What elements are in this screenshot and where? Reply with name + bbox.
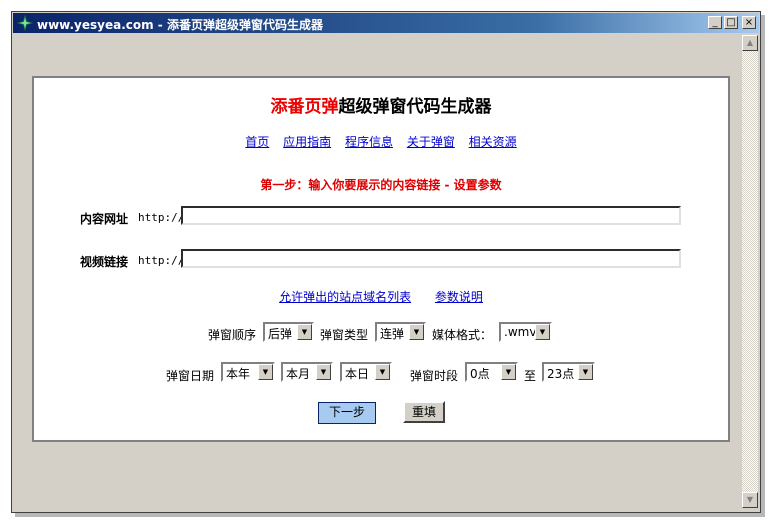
popup-day-select[interactable]: 本日 ▼ (340, 362, 392, 382)
chevron-down-icon: ▼ (535, 324, 550, 340)
popup-time-from-value: 0点 (470, 367, 490, 381)
popup-time-to-value: 23点 (547, 367, 575, 381)
title-bar[interactable]: www.yesyea.com - 添番页弹超级弹窗代码生成器 _ □ × (13, 13, 759, 33)
nav-about[interactable]: 关于弹窗 (407, 135, 455, 149)
generator-panel: 添番页弹超级弹窗代码生成器 首页 应用指南 程序信息 关于弹窗 相关资源 第一步… (32, 76, 730, 442)
popup-month-select[interactable]: 本月 ▼ (281, 362, 333, 382)
reset-button[interactable]: 重填 (403, 401, 445, 423)
minimize-icon[interactable]: _ (708, 16, 722, 29)
popup-type-label: 弹窗类型 (320, 328, 369, 342)
scroll-up-icon[interactable]: ▲ (742, 35, 758, 51)
allowed-domains-link[interactable]: 允许弹出的站点域名列表 (279, 290, 411, 304)
popup-month-value: 本月 (286, 367, 311, 381)
content-url-input[interactable] (181, 206, 681, 225)
next-step-button[interactable]: 下一步 (318, 402, 376, 424)
nav-guide[interactable]: 应用指南 (283, 135, 331, 149)
content-url-label: 内容网址 (80, 212, 129, 226)
vertical-scrollbar[interactable]: ▲ ▼ (742, 35, 758, 508)
nav-bar: 首页 应用指南 程序信息 关于弹窗 相关资源 (34, 133, 728, 150)
nav-home[interactable]: 首页 (245, 135, 269, 149)
popup-date-label: 弹窗日期 (166, 369, 215, 383)
page-title: 添番页弹超级弹窗代码生成器 (34, 92, 728, 117)
popup-order-label: 弹窗顺序 (208, 328, 257, 342)
param-help-link[interactable]: 参数说明 (435, 290, 483, 304)
video-link-input[interactable] (181, 249, 681, 268)
chevron-down-icon: ▼ (578, 364, 593, 380)
title-rest: 超级弹窗代码生成器 (338, 97, 492, 117)
popup-time-label: 弹窗时段 (410, 369, 459, 383)
popup-order-select[interactable]: 后弹 ▼ (263, 322, 314, 342)
popup-day-value: 本日 (345, 367, 370, 381)
title-brand: 添番页弹 (270, 97, 339, 117)
media-format-label: 媒体格式： (432, 328, 493, 342)
nav-resources[interactable]: 相关资源 (469, 135, 517, 149)
browser-window: www.yesyea.com - 添番页弹超级弹窗代码生成器 _ □ × 添番页… (11, 11, 761, 513)
chevron-down-icon: ▼ (375, 364, 390, 380)
close-icon[interactable]: × (742, 16, 756, 29)
video-link-label: 视频链接 (80, 255, 129, 269)
chevron-down-icon: ▼ (258, 364, 273, 380)
popup-year-select[interactable]: 本年 ▼ (221, 362, 275, 382)
popup-order-value: 后弹 (268, 327, 293, 341)
content-url-prefix: http:// (138, 211, 185, 224)
popup-type-select[interactable]: 连弹 ▼ (375, 322, 426, 342)
scroll-down-icon[interactable]: ▼ (742, 492, 758, 508)
chevron-down-icon: ▼ (409, 324, 424, 340)
step-instruction: 第一步：输入你要展示的内容链接 - 设置参数 (260, 178, 502, 192)
maximize-icon[interactable]: □ (724, 16, 738, 29)
chevron-down-icon: ▼ (297, 324, 312, 340)
time-to-label: 至 (524, 369, 537, 383)
chevron-down-icon: ▼ (501, 364, 516, 380)
chevron-down-icon: ▼ (316, 364, 331, 380)
window-title: www.yesyea.com - 添番页弹超级弹窗代码生成器 (37, 18, 323, 32)
popup-year-value: 本年 (226, 367, 251, 381)
popup-time-to-select[interactable]: 23点 ▼ (542, 362, 595, 382)
media-format-value: .wmv (504, 325, 537, 339)
page-viewport: 添番页弹超级弹窗代码生成器 首页 应用指南 程序信息 关于弹窗 相关资源 第一步… (14, 35, 740, 508)
nav-program-info[interactable]: 程序信息 (345, 135, 393, 149)
popup-type-value: 连弹 (380, 327, 405, 341)
media-format-select[interactable]: .wmv ▼ (499, 322, 552, 342)
help-links: 允许弹出的站点域名列表 参数说明 (34, 288, 728, 305)
video-link-prefix: http:// (138, 254, 185, 267)
popup-time-from-select[interactable]: 0点 ▼ (465, 362, 518, 382)
app-icon (17, 15, 33, 31)
